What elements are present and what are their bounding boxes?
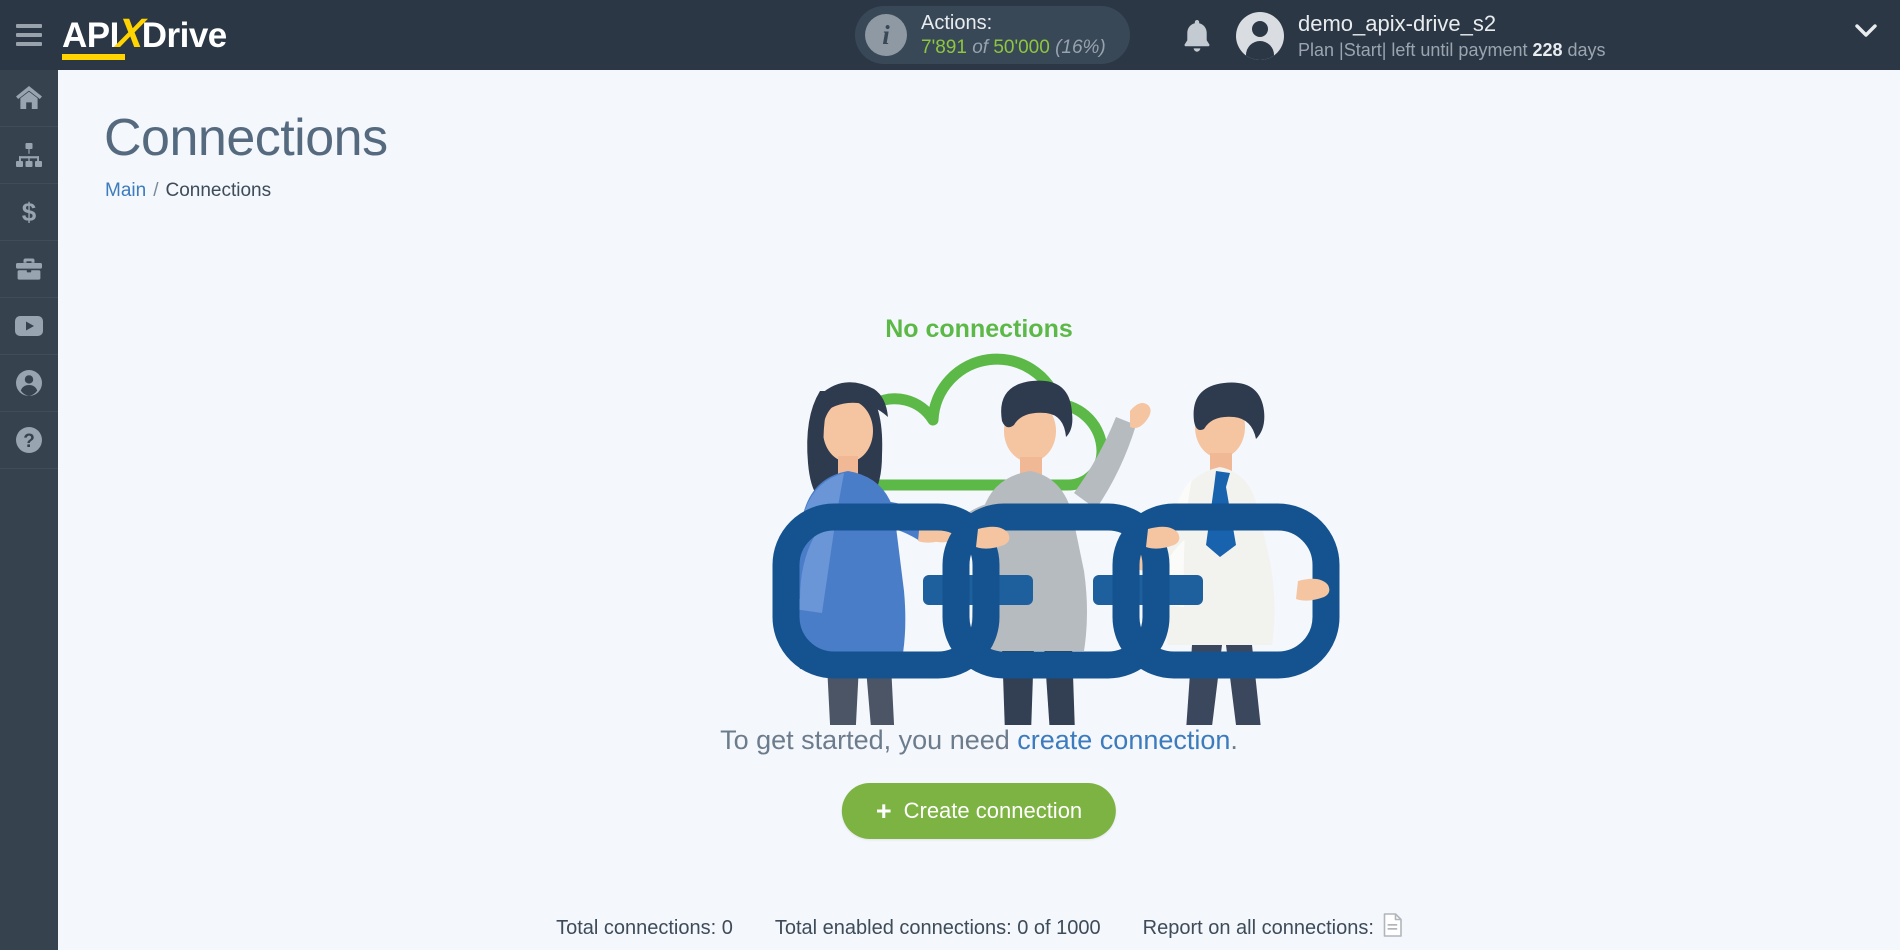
- breadcrumb: Main / Connections: [105, 180, 1900, 202]
- briefcase-icon: [15, 256, 43, 282]
- connections-summary: Total connections: 0 Total enabled conne…: [58, 913, 1900, 943]
- avatar: [1236, 11, 1284, 60]
- logo-part-x: X: [114, 10, 147, 56]
- empty-state-illustration: [58, 225, 1900, 776]
- info-icon: i: [865, 14, 907, 56]
- user-info-text: demo_apix-drive_s2 Plan |Start| left unt…: [1298, 10, 1606, 62]
- hamburger-bar: [16, 33, 42, 37]
- total-enabled-connections: Total enabled connections: 0 of 1000: [774, 916, 1101, 939]
- actions-of-word: of: [972, 36, 989, 58]
- user-plan-days: 228: [1532, 39, 1563, 60]
- total-connections: Total connections: 0: [556, 916, 733, 939]
- cloud-label: No connections: [885, 315, 1073, 343]
- left-sidebar: $ ?: [0, 70, 58, 950]
- breadcrumb-current: Connections: [165, 180, 272, 201]
- user-plan-suffix: days: [1562, 39, 1606, 60]
- plus-icon: +: [875, 795, 892, 826]
- sidebar-item-connections[interactable]: [0, 127, 58, 184]
- sitemap-icon: [15, 142, 43, 168]
- svg-text:$: $: [22, 198, 37, 226]
- actions-total: 50'000: [993, 36, 1050, 58]
- logo-part-api: API: [62, 16, 125, 60]
- app-logo[interactable]: API X Drive: [62, 10, 228, 60]
- user-circle-icon: [15, 369, 43, 397]
- report-label: Report on all connections:: [1142, 916, 1374, 939]
- create-connection-button-label: Create connection: [903, 798, 1083, 823]
- document-icon[interactable]: [1383, 913, 1402, 943]
- report-on-all-connections: Report on all connections:: [1143, 913, 1402, 943]
- bell-icon[interactable]: [1178, 16, 1216, 56]
- sidebar-item-profile[interactable]: [0, 355, 58, 412]
- sidebar-item-billing[interactable]: $: [0, 184, 58, 241]
- hint-suffix: .: [1230, 725, 1238, 755]
- user-name: demo_apix-drive_s2: [1298, 11, 1497, 36]
- sidebar-item-help[interactable]: ?: [0, 412, 58, 469]
- home-icon: [15, 85, 43, 111]
- svg-text:?: ?: [23, 431, 35, 452]
- dollar-icon: $: [19, 198, 39, 226]
- main-content: Connections Main / Connections No connec…: [58, 70, 1900, 950]
- hint-prefix: To get started, you need: [720, 725, 1018, 755]
- create-connection-link[interactable]: create connection: [1017, 725, 1230, 755]
- user-account-block[interactable]: demo_apix-drive_s2 Plan |Start| left unt…: [1236, 10, 1606, 62]
- hamburger-bar: [16, 24, 42, 28]
- sidebar-item-services[interactable]: [0, 241, 58, 298]
- logo-part-drive: Drive: [141, 16, 228, 55]
- hamburger-menu-icon[interactable]: [0, 0, 58, 70]
- top-header-bar: API X Drive i Actions: 7'891 of 50'000 (…: [0, 0, 1900, 70]
- sidebar-item-video[interactable]: [0, 298, 58, 355]
- breadcrumb-separator: /: [153, 180, 159, 201]
- actions-quota-badge[interactable]: i Actions: 7'891 of 50'000 (16%): [855, 6, 1130, 64]
- actions-values: 7'891 of 50'000 (16%): [921, 36, 1106, 60]
- actions-percent: (16%): [1055, 36, 1106, 58]
- actions-quota-text: Actions: 7'891 of 50'000 (16%): [921, 11, 1106, 60]
- actions-label: Actions:: [921, 11, 993, 34]
- user-plan-info: Plan |Start| left until payment 228 days: [1298, 39, 1606, 62]
- cloud-label-wrapper: No connections: [58, 315, 1900, 344]
- actions-used: 7'891: [921, 36, 967, 58]
- create-connection-button[interactable]: + Create connection: [841, 783, 1117, 839]
- video-play-icon: [14, 315, 44, 337]
- sidebar-item-home[interactable]: [0, 70, 58, 127]
- empty-state-hint: To get started, you need create connecti…: [58, 725, 1900, 756]
- user-plan-prefix: Plan |Start| left until payment: [1298, 39, 1533, 60]
- chevron-down-icon[interactable]: [1855, 24, 1877, 38]
- hamburger-bar: [16, 42, 42, 46]
- question-circle-icon: ?: [15, 426, 43, 454]
- breadcrumb-link-main[interactable]: Main: [105, 180, 146, 201]
- page-title: Connections: [104, 109, 388, 167]
